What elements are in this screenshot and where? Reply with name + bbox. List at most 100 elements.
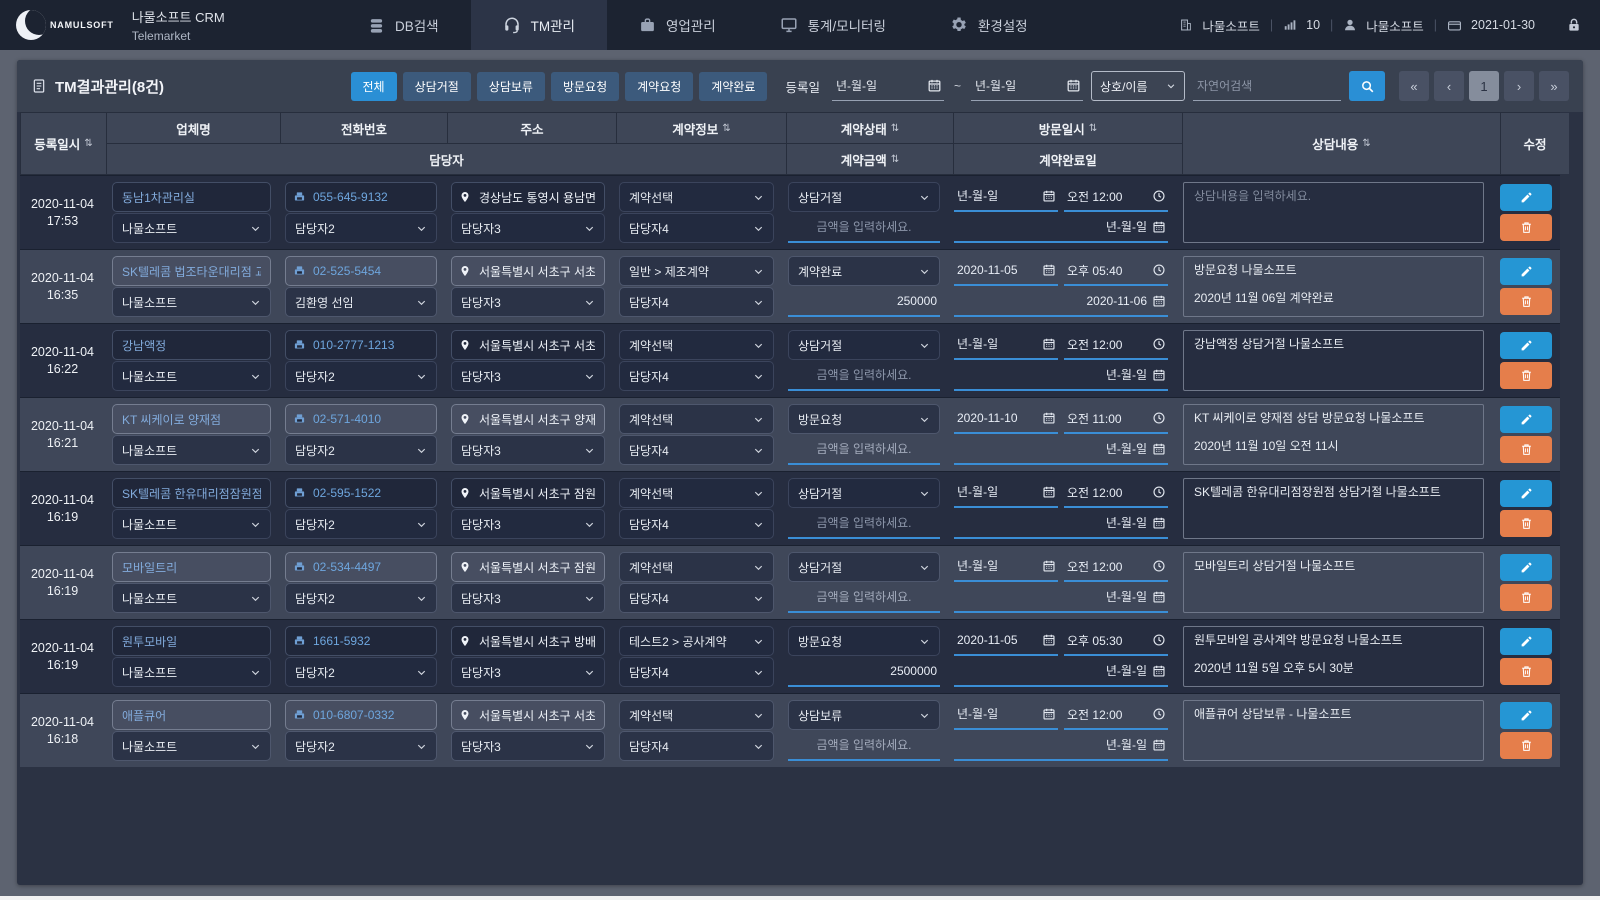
visit-time-input[interactable] [1064, 411, 1150, 425]
visit-date-input[interactable] [954, 263, 1040, 277]
company-name-input[interactable] [112, 182, 271, 212]
clock-icon[interactable] [1150, 337, 1168, 351]
calendar-icon[interactable] [1040, 633, 1058, 647]
phone-input[interactable] [285, 478, 437, 508]
delete-button[interactable] [1500, 436, 1552, 463]
nav-item-stats-monitoring[interactable]: 통계/모니터링 [748, 0, 918, 50]
phone-input[interactable] [285, 330, 437, 360]
delete-button[interactable] [1500, 658, 1552, 685]
visit-date-input[interactable] [954, 485, 1040, 499]
calendar-icon[interactable] [1040, 189, 1058, 203]
contract-amount-input[interactable] [788, 664, 940, 678]
phone-input[interactable] [285, 256, 437, 286]
visit-date-input[interactable] [954, 189, 1040, 203]
manager4-select[interactable]: 담당자4 [619, 731, 774, 761]
address-input[interactable] [451, 626, 605, 656]
nav-item-settings[interactable]: 환경설정 [918, 0, 1060, 50]
calendar-icon[interactable] [1040, 337, 1058, 351]
complete-date-input[interactable] [954, 294, 1150, 308]
visit-date-input[interactable] [954, 559, 1040, 573]
visit-time-input[interactable] [1064, 485, 1150, 499]
pagination-button[interactable]: » [1539, 71, 1569, 101]
manager4-select[interactable]: 담당자4 [619, 435, 774, 465]
visit-time-input[interactable] [1064, 633, 1150, 647]
visit-date-input[interactable] [954, 411, 1040, 425]
memo-textarea[interactable]: 원투모바일 공사계약 방문요청 나물소프트 2020년 11월 5일 오후 5시… [1183, 626, 1484, 687]
filter-button[interactable]: 계약요청 [625, 72, 693, 101]
calendar-icon[interactable] [1040, 411, 1058, 425]
complete-date-input[interactable] [954, 368, 1150, 382]
contract-status-select[interactable]: 상담거절 [788, 330, 940, 360]
calendar-icon[interactable] [1150, 294, 1168, 308]
contract-amount-input[interactable] [788, 738, 940, 752]
manager2-select[interactable]: 담당자2 [285, 657, 437, 687]
edit-button[interactable] [1500, 702, 1552, 729]
search-input[interactable] [1193, 79, 1341, 93]
manager1-select[interactable]: 나물소프트 [112, 213, 271, 243]
address-input[interactable] [451, 182, 605, 212]
filter-button[interactable]: 상담보류 [477, 72, 545, 101]
calendar-icon[interactable] [1150, 590, 1168, 604]
header-contract-status[interactable]: 계약상태⇅ [787, 113, 953, 143]
filter-button[interactable]: 계약완료 [699, 72, 767, 101]
contract-status-select[interactable]: 상담거절 [788, 182, 940, 212]
contract-info-select[interactable]: 계약선택 [619, 478, 774, 508]
phone-input[interactable] [285, 700, 437, 730]
manager1-select[interactable]: 나물소프트 [112, 657, 271, 687]
address-input[interactable] [451, 552, 605, 582]
phone-input[interactable] [285, 626, 437, 656]
delete-button[interactable] [1500, 288, 1552, 315]
contract-amount-input[interactable] [788, 368, 940, 382]
contract-status-select[interactable]: 상담거절 [788, 478, 940, 508]
edit-button[interactable] [1500, 184, 1552, 211]
address-input[interactable] [451, 700, 605, 730]
edit-button[interactable] [1500, 554, 1552, 581]
reg-date-to-input[interactable] [971, 79, 1066, 93]
contract-amount-input[interactable] [788, 220, 940, 234]
pagination-button[interactable]: 1 [1469, 71, 1499, 101]
delete-button[interactable] [1500, 214, 1552, 241]
calendar-icon[interactable] [927, 78, 944, 93]
edit-button[interactable] [1500, 258, 1552, 285]
contract-amount-input[interactable] [788, 516, 940, 530]
contract-info-select[interactable]: 계약선택 [619, 552, 774, 582]
company-name-input[interactable] [112, 552, 271, 582]
phone-input[interactable] [285, 552, 437, 582]
manager4-select[interactable]: 담당자4 [619, 657, 774, 687]
manager1-select[interactable]: 나물소프트 [112, 509, 271, 539]
delete-button[interactable] [1500, 362, 1552, 389]
address-input[interactable] [451, 478, 605, 508]
header-reg-datetime[interactable]: 등록일시⇅ [21, 113, 106, 174]
nav-item-db-search[interactable]: DB검색 [336, 0, 471, 50]
company-name-input[interactable] [112, 626, 271, 656]
manager1-select[interactable]: 나물소프트 [112, 435, 271, 465]
contract-status-select[interactable]: 계약완료 [788, 256, 940, 286]
manager2-select[interactable]: 담당자2 [285, 509, 437, 539]
memo-textarea[interactable]: KT 씨케이로 양재점 상담 방문요청 나물소프트 2020년 11월 10일 … [1183, 404, 1484, 465]
manager3-select[interactable]: 담당자3 [451, 435, 605, 465]
manager3-select[interactable]: 담당자3 [451, 657, 605, 687]
edit-button[interactable] [1500, 332, 1552, 359]
contract-info-select[interactable]: 계약선택 [619, 182, 774, 212]
clock-icon[interactable] [1150, 633, 1168, 647]
clock-icon[interactable] [1150, 485, 1168, 499]
address-input[interactable] [451, 256, 605, 286]
reg-date-from-input[interactable] [832, 79, 927, 93]
header-visit-datetime[interactable]: 방문일시⇅ [954, 113, 1182, 143]
manager4-select[interactable]: 담당자4 [619, 361, 774, 391]
delete-button[interactable] [1500, 732, 1552, 759]
manager2-select[interactable]: 담당자2 [285, 435, 437, 465]
delete-button[interactable] [1500, 510, 1552, 537]
complete-date-input[interactable] [954, 590, 1150, 604]
header-memo[interactable]: 상담내용⇅ [1183, 113, 1500, 174]
filter-button[interactable]: 상담거절 [403, 72, 471, 101]
manager2-select[interactable]: 김환영 선임 [285, 287, 437, 317]
edit-button[interactable] [1500, 480, 1552, 507]
complete-date-input[interactable] [954, 516, 1150, 530]
search-type-select[interactable]: 상호/이름 [1091, 71, 1185, 101]
memo-textarea[interactable]: 모바일트리 상담거절 나물소프트 [1183, 552, 1484, 613]
calendar-icon[interactable] [1066, 78, 1083, 93]
address-input[interactable] [451, 330, 605, 360]
contract-info-select[interactable]: 계약선택 [619, 330, 774, 360]
clock-icon[interactable] [1150, 411, 1168, 425]
